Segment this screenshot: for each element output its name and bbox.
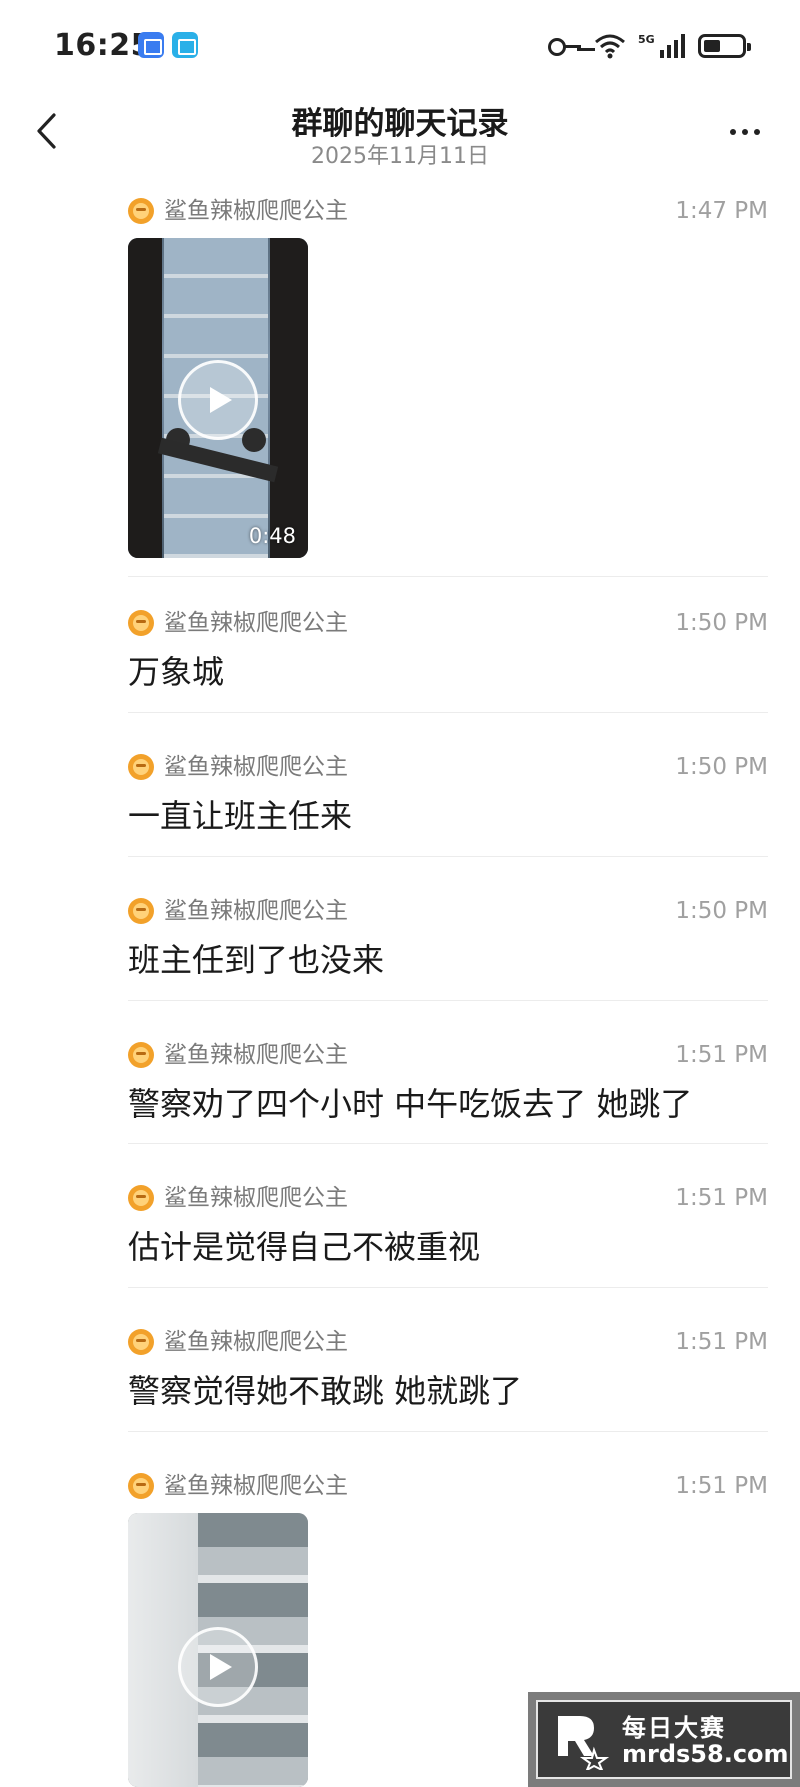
message-text: 班主任到了也没来: [128, 941, 385, 979]
list-item: 鲨鱼辣椒爬爬公主 1:50 PM 一直让班主任来: [128, 752, 768, 835]
list-item: 鲨鱼辣椒爬爬公主 1:51 PM 警察觉得她不敢跳 她就跳了: [128, 1327, 768, 1410]
message-time: 1:50 PM: [675, 898, 768, 924]
list-item: 鲨鱼辣椒爬爬公主 1:47 PM 0:48: [128, 196, 768, 558]
message-text: 估计是觉得自己不被重视: [128, 1228, 481, 1266]
message-time: 1:51 PM: [675, 1042, 768, 1068]
list-item: 鲨鱼辣椒爬爬公主 1:51 PM 估计是觉得自己不被重视: [128, 1183, 768, 1266]
list-item: 鲨鱼辣椒爬爬公主 1:50 PM 万象城: [128, 608, 768, 691]
message-header: 鲨鱼辣椒爬爬公主 1:50 PM: [128, 896, 768, 928]
message-header: 鲨鱼辣椒爬爬公主 1:51 PM: [128, 1040, 768, 1072]
avatar[interactable]: [128, 1185, 154, 1211]
sender-name: 鲨鱼辣椒爬爬公主: [164, 1329, 348, 1355]
sender-name: 鲨鱼辣椒爬爬公主: [164, 1473, 348, 1499]
avatar[interactable]: [128, 898, 154, 924]
avatar[interactable]: [128, 610, 154, 636]
sender-name: 鲨鱼辣椒爬爬公主: [164, 610, 348, 636]
divider: [128, 576, 768, 577]
message-text: 万象城: [128, 653, 225, 691]
message-list: 鲨鱼辣椒爬爬公主 1:47 PM 0:48 鲨鱼辣椒爬爬公主 1:50 PM 万…: [0, 0, 800, 1787]
video-duration: 0:48: [248, 524, 296, 548]
sender-name: 鲨鱼辣椒爬爬公主: [164, 1185, 348, 1211]
play-icon[interactable]: [178, 360, 258, 440]
avatar[interactable]: [128, 754, 154, 780]
watermark-brand: 每日大赛: [622, 1714, 726, 1742]
play-icon[interactable]: [178, 1627, 258, 1707]
message-time: 1:51 PM: [675, 1185, 768, 1211]
watermark-logo-icon: [558, 1716, 610, 1770]
divider: [128, 1431, 768, 1432]
list-item: 鲨鱼辣椒爬爬公主 1:50 PM 班主任到了也没来: [128, 896, 768, 979]
message-header: 鲨鱼辣椒爬爬公主 1:51 PM: [128, 1327, 768, 1359]
list-item: 鲨鱼辣椒爬爬公主 1:51 PM: [128, 1471, 768, 1787]
message-text: 一直让班主任来: [128, 797, 353, 835]
divider: [128, 856, 768, 857]
message-time: 1:50 PM: [675, 610, 768, 636]
divider: [128, 1000, 768, 1001]
avatar[interactable]: [128, 198, 154, 224]
sender-name: 鲨鱼辣椒爬爬公主: [164, 1042, 348, 1068]
list-item: 鲨鱼辣椒爬爬公主 1:51 PM 警察劝了四个小时 中午吃饭去了 她跳了: [128, 1040, 768, 1123]
message-text: 警察觉得她不敢跳 她就跳了: [128, 1372, 523, 1410]
message-time: 1:51 PM: [675, 1329, 768, 1355]
sender-name: 鲨鱼辣椒爬爬公主: [164, 898, 348, 924]
avatar[interactable]: [128, 1042, 154, 1068]
video-thumbnail[interactable]: [128, 1513, 308, 1787]
watermark-url: mrds58.com: [622, 1740, 789, 1768]
message-header: 鲨鱼辣椒爬爬公主 1:47 PM: [128, 196, 768, 228]
message-header: 鲨鱼辣椒爬爬公主 1:50 PM: [128, 608, 768, 640]
message-time: 1:47 PM: [675, 198, 768, 224]
divider: [128, 1287, 768, 1288]
message-time: 1:50 PM: [675, 754, 768, 780]
sender-name: 鲨鱼辣椒爬爬公主: [164, 198, 348, 224]
divider: [128, 1143, 768, 1144]
sender-name: 鲨鱼辣椒爬爬公主: [164, 754, 348, 780]
avatar[interactable]: [128, 1329, 154, 1355]
message-header: 鲨鱼辣椒爬爬公主 1:50 PM: [128, 752, 768, 784]
message-text: 警察劝了四个小时 中午吃饭去了 她跳了: [128, 1085, 693, 1123]
message-header: 鲨鱼辣椒爬爬公主 1:51 PM: [128, 1183, 768, 1215]
watermark: 每日大赛 mrds58.com: [528, 1692, 800, 1787]
divider: [128, 712, 768, 713]
video-thumbnail[interactable]: 0:48: [128, 238, 308, 558]
message-time: 1:51 PM: [675, 1473, 768, 1499]
avatar[interactable]: [128, 1473, 154, 1499]
message-header: 鲨鱼辣椒爬爬公主 1:51 PM: [128, 1471, 768, 1503]
